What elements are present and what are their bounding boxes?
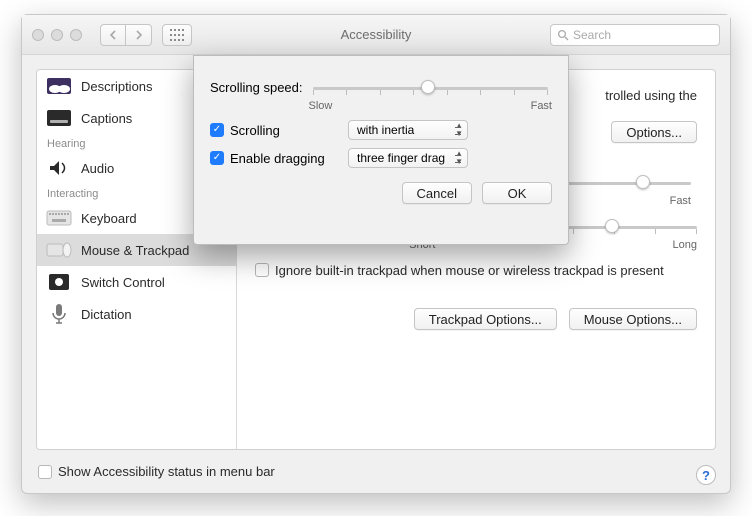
show-status-checkbox[interactable] [38, 465, 52, 479]
scrolling-mode-popup[interactable]: with inertia ▲▼ [348, 120, 468, 140]
titlebar: Accessibility Search [22, 15, 730, 55]
slow-label: Slow [309, 100, 333, 112]
switch-control-icon [45, 271, 73, 293]
sidebar-item-label: Dictation [81, 307, 132, 322]
close-window-button[interactable] [32, 29, 44, 41]
dragging-label: Enable dragging [230, 151, 342, 166]
mouse-options-button[interactable]: Mouse Options... [569, 308, 697, 330]
show-status-label: Show Accessibility status in menu bar [58, 464, 275, 479]
forward-button[interactable] [126, 24, 152, 46]
search-icon [557, 29, 569, 41]
sidebar-item-label: Captions [81, 111, 132, 126]
dragging-checkbox[interactable] [210, 151, 224, 165]
sidebar-item-switch-control[interactable]: Switch Control [37, 266, 236, 298]
search-input[interactable]: Search [550, 24, 720, 46]
ignore-trackpad-checkbox[interactable] [255, 263, 269, 277]
descriptions-icon [45, 75, 73, 97]
keyboard-icon [45, 207, 73, 229]
scrolling-checkbox[interactable] [210, 123, 224, 137]
scrolling-speed-label: Scrolling speed: [210, 78, 303, 95]
dragging-mode-value: three finger drag [357, 151, 445, 165]
scrolling-speed-slider[interactable] [313, 78, 549, 98]
dragging-mode-popup[interactable]: three finger drag ▲▼ [348, 148, 468, 168]
minimize-window-button[interactable] [51, 29, 63, 41]
ignore-trackpad-label: Ignore built-in trackpad when mouse or w… [275, 263, 697, 278]
chevron-updown-icon: ▲▼ [455, 122, 463, 138]
mouse-trackpad-icon [45, 239, 73, 261]
footer-row: Show Accessibility status in menu bar [36, 464, 716, 479]
fast-label: Fast [670, 195, 691, 207]
trackpad-options-sheet: Scrolling speed: Slow Fast Scrolling wit… [193, 55, 569, 245]
nav-buttons [100, 24, 152, 46]
zoom-window-button[interactable] [70, 29, 82, 41]
sidebar-item-label: Descriptions [81, 79, 153, 94]
long-label: Long [673, 239, 697, 251]
audio-icon [45, 157, 73, 179]
cancel-button[interactable]: Cancel [402, 182, 472, 204]
fast-label: Fast [531, 100, 552, 112]
chevron-updown-icon: ▲▼ [455, 150, 463, 166]
sidebar-item-dictation[interactable]: Dictation [37, 298, 236, 330]
sidebar-item-label: Switch Control [81, 275, 165, 290]
window-controls [32, 29, 82, 41]
dictation-icon [45, 303, 73, 325]
scrolling-mode-value: with inertia [357, 123, 414, 137]
sidebar-item-label: Mouse & Trackpad [81, 243, 189, 258]
sidebar-item-label: Keyboard [81, 211, 137, 226]
scrolling-label: Scrolling [230, 123, 342, 138]
search-placeholder: Search [573, 28, 611, 42]
show-all-button[interactable] [162, 24, 192, 46]
options-button[interactable]: Options... [611, 121, 697, 143]
sidebar-item-label: Audio [81, 161, 114, 176]
back-button[interactable] [100, 24, 126, 46]
ok-button[interactable]: OK [482, 182, 552, 204]
trackpad-options-button[interactable]: Trackpad Options... [414, 308, 557, 330]
help-button[interactable]: ? [696, 465, 716, 485]
captions-icon [45, 107, 73, 129]
